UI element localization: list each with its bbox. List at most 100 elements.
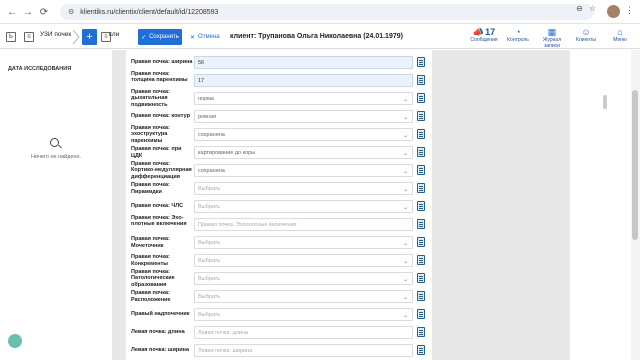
tab-uzi[interactable]: УЗИ почек bbox=[40, 31, 71, 38]
field-placeholder: Выбрать bbox=[198, 311, 221, 318]
field-placeholder: Выбрать bbox=[198, 275, 221, 282]
text-input[interactable]: Правая почка: Эхоплотные включения bbox=[194, 218, 413, 231]
save-button-label: Сохранить bbox=[149, 34, 179, 40]
cancel-button-label: Отмена bbox=[198, 34, 220, 40]
field-label: Правая почка: ширина bbox=[131, 59, 193, 66]
chevron-down-icon[interactable]: ⌄ bbox=[403, 150, 408, 157]
back-icon[interactable]: ← bbox=[4, 4, 20, 20]
right-side-panel bbox=[570, 50, 628, 360]
side-panel-scroll-thumb[interactable] bbox=[603, 95, 607, 109]
select-field[interactable]: Выбрать ⌄ bbox=[194, 272, 413, 285]
text-input[interactable]: 17 bbox=[194, 74, 413, 87]
menu-button[interactable]: ⌂ Меню bbox=[606, 27, 634, 49]
template-doc-icon[interactable] bbox=[417, 147, 425, 157]
page-scroll-thumb[interactable] bbox=[632, 90, 638, 240]
field-label: Правая почка: Мочеточник bbox=[131, 236, 170, 249]
template-doc-icon[interactable] bbox=[417, 111, 425, 121]
text-input[interactable]: 56 bbox=[194, 56, 413, 69]
browser-bar: ← → ⟳ ⚙ klientiks.ru/clientix/client/def… bbox=[0, 0, 640, 24]
zoom-icon[interactable]: ⊖ bbox=[576, 4, 583, 13]
field-label: Правая почка: Расположение bbox=[131, 290, 171, 303]
address-bar[interactable]: ⚙ klientiks.ru/clientix/client/default/i… bbox=[60, 4, 594, 20]
select-field[interactable]: ровная ⌄ bbox=[194, 110, 413, 123]
forward-icon[interactable]: → bbox=[20, 4, 36, 20]
template-doc-icon[interactable] bbox=[417, 345, 425, 355]
profile-avatar[interactable] bbox=[607, 5, 620, 18]
chevron-down-icon[interactable]: ⌄ bbox=[403, 168, 408, 175]
add-button[interactable]: + bbox=[82, 29, 97, 45]
chevron-down-icon[interactable]: ⌄ bbox=[403, 114, 408, 121]
save-button[interactable]: ✓ Сохранить bbox=[138, 29, 182, 45]
select-field[interactable]: Выбрать ⌄ bbox=[194, 182, 413, 195]
chevron-down-icon[interactable]: ⌄ bbox=[403, 258, 408, 265]
select-field[interactable]: Выбрать ⌄ bbox=[194, 254, 413, 267]
text-input[interactable]: Левая почка: ширина bbox=[194, 344, 413, 357]
chevron-down-icon[interactable]: ⌄ bbox=[403, 312, 408, 319]
field-placeholder: Левая почка: длина bbox=[198, 329, 249, 336]
select-field[interactable]: сохранена ⌄ bbox=[194, 164, 413, 177]
control-button[interactable]: ◔ Контроль bbox=[504, 27, 532, 49]
select-field[interactable]: Выбрать ⌄ bbox=[194, 236, 413, 249]
clients-button[interactable]: ☺ Клиенты bbox=[572, 27, 600, 49]
template-doc-icon[interactable] bbox=[417, 75, 425, 85]
megaphone-icon: 📣 bbox=[472, 26, 485, 37]
field-label: Левая почка: ширина bbox=[131, 347, 190, 354]
chevron-down-icon[interactable]: ⌄ bbox=[403, 276, 408, 283]
template-doc-icon[interactable] bbox=[417, 93, 425, 103]
field-label: Правая почка: Патологические образования bbox=[131, 269, 175, 288]
field-value: сохранена bbox=[198, 131, 225, 138]
field-placeholder: Правая почка: Эхоплотные включения bbox=[198, 221, 297, 228]
field-label: Правая почка: эхоструктура паренхимы bbox=[131, 125, 170, 144]
select-field[interactable]: норма ⌄ bbox=[194, 92, 413, 105]
field-value: 56 bbox=[198, 59, 205, 66]
select-field[interactable]: картирование до коры ⌄ bbox=[194, 146, 413, 159]
chevron-down-icon[interactable]: ⌄ bbox=[403, 204, 408, 211]
page-scrollbar[interactable] bbox=[631, 50, 640, 360]
field-placeholder: Выбрать bbox=[198, 293, 221, 300]
template-doc-icon[interactable] bbox=[417, 183, 425, 193]
select-field[interactable]: Выбрать ⌄ bbox=[194, 200, 413, 213]
messages-count: 17 bbox=[485, 26, 496, 37]
template-doc-icon[interactable] bbox=[417, 165, 425, 175]
template-doc-icon[interactable] bbox=[417, 219, 425, 229]
cancel-button[interactable]: ✕ Отмена bbox=[190, 29, 220, 45]
tab-client[interactable]: кли bbox=[109, 31, 119, 38]
template-doc-icon[interactable] bbox=[417, 273, 425, 283]
chevron-down-icon[interactable]: ⌄ bbox=[403, 294, 408, 301]
text-input[interactable]: Левая почка: длина bbox=[194, 326, 413, 339]
chevron-down-icon[interactable]: ⌄ bbox=[403, 240, 408, 247]
client-title: клиент: Трупанова Ольга Николаевна (24.0… bbox=[230, 33, 403, 40]
template-doc-icon[interactable] bbox=[417, 291, 425, 301]
top-actions: 📣 17 Сообщения ◔ Контроль ▦ Журнал записи… bbox=[470, 27, 634, 49]
template-doc-icon[interactable] bbox=[417, 309, 425, 319]
field-placeholder: Выбрать bbox=[198, 257, 221, 264]
journal-label: Журнал записи bbox=[542, 37, 562, 49]
book-icon[interactable]: Ь bbox=[6, 32, 16, 42]
site-info-icon[interactable]: ⚙ bbox=[68, 8, 74, 16]
select-field[interactable]: сохранена ⌄ bbox=[194, 128, 413, 141]
bookmark-star-icon[interactable]: ☆ bbox=[589, 4, 596, 13]
messages-button[interactable]: 📣 17 Сообщения bbox=[470, 27, 498, 49]
messages-label: Сообщения bbox=[470, 37, 498, 43]
template-doc-icon[interactable] bbox=[417, 255, 425, 265]
template-doc-icon[interactable] bbox=[417, 129, 425, 139]
template-doc-icon[interactable] bbox=[417, 57, 425, 67]
browser-menu-icon[interactable]: ⋮ bbox=[625, 5, 634, 16]
field-label: Правая почка: Кортико-медуллярная диффер… bbox=[131, 161, 192, 180]
chevron-down-icon[interactable]: ⌄ bbox=[403, 132, 408, 139]
reload-icon[interactable]: ⟳ bbox=[36, 4, 52, 20]
select-field[interactable]: Выбрать ⌄ bbox=[194, 290, 413, 303]
check-icon: ✓ bbox=[141, 34, 147, 41]
chat-bubble-icon[interactable] bbox=[8, 334, 22, 348]
document-icon[interactable]: ≡ bbox=[24, 32, 34, 42]
field-value: ровная bbox=[198, 113, 217, 120]
chevron-down-icon[interactable]: ⌄ bbox=[403, 186, 408, 193]
journal-button[interactable]: ▦ Журнал записи bbox=[538, 27, 566, 49]
select-field[interactable]: Выбрать ⌄ bbox=[194, 308, 413, 321]
chevron-down-icon[interactable]: ⌄ bbox=[403, 96, 408, 103]
template-doc-icon[interactable] bbox=[417, 327, 425, 337]
field-label: Правая почка: при ЦДК bbox=[131, 146, 182, 159]
template-doc-icon[interactable] bbox=[417, 201, 425, 211]
template-doc-icon[interactable] bbox=[417, 237, 425, 247]
field-placeholder: Выбрать bbox=[198, 239, 221, 246]
